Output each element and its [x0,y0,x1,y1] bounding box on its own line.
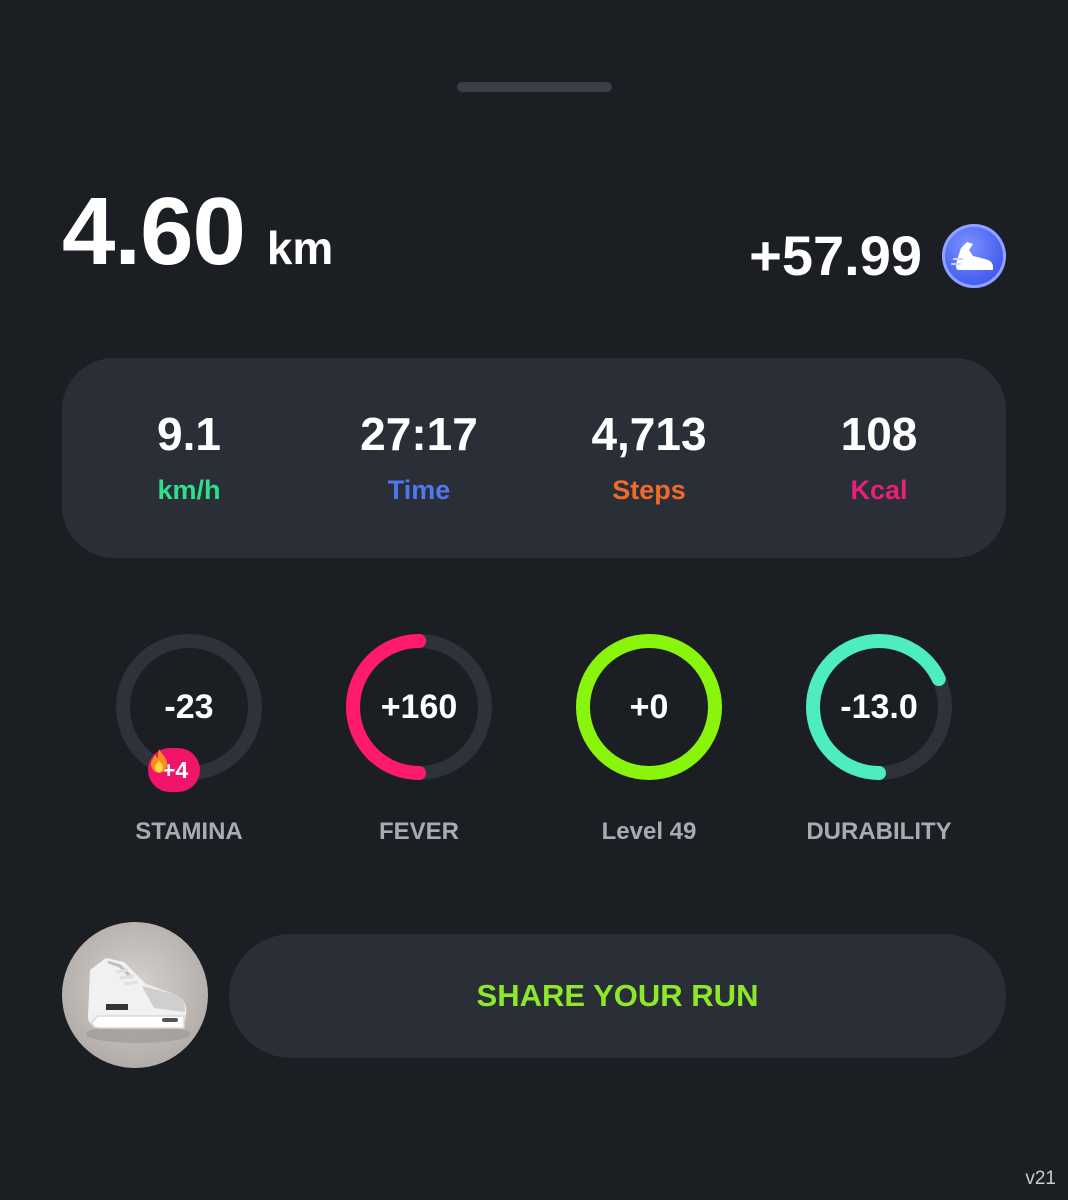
durability-ring: -13.0 [804,632,954,782]
running-shoe-token-icon [942,224,1006,288]
gauge-label: STAMINA [135,818,243,845]
stat-time: 27:17 Time [319,411,519,506]
sheet-drag-handle[interactable] [457,82,612,92]
stat-steps: 4,713 Steps [549,411,749,506]
stat-speed: 9.1 km/h [89,411,289,506]
gauge-level: +0 Level 49 [549,632,749,846]
distance-display: 4.60 km [62,184,333,280]
run-summary-sheet: 4.60 km +57.99 9.1 km/h 27:17 Time 4,713… [0,0,1068,1200]
stat-label: Kcal [850,474,908,505]
sneaker-avatar[interactable] [62,922,208,1068]
gauge-durability: -13.0 DURABILITY [779,632,979,846]
stamina-bonus-badge: +4 [148,748,201,792]
share-run-button[interactable]: SHARE YOUR RUN [229,934,1006,1058]
run-stats-card: 9.1 km/h 27:17 Time 4,713 Steps 108 Kcal [62,358,1006,558]
stat-value: 4,713 [591,407,707,460]
stat-value: 27:17 [360,407,478,460]
gauge-label: DURABILITY [806,818,952,845]
stat-label: Time [387,474,451,505]
fever-ring: +160 [344,632,494,782]
stat-value: 108 [840,407,918,460]
app-version: v21 [1025,1168,1056,1189]
gauge-value: -13.0 [840,687,918,726]
gauge-fever: +160 FEVER [319,632,519,846]
earned-reward: +57.99 [749,224,1006,288]
gauge-value: +0 [629,687,669,726]
distance-unit: km [266,222,334,274]
stamina-ring: -23 +4 [114,632,264,792]
gauge-label: Level 49 [601,818,697,845]
gauge-value: +160 [380,687,458,726]
stat-calories: 108 Kcal [779,411,979,506]
reward-value: +57.99 [749,224,922,287]
stat-value: 9.1 [157,407,221,460]
stat-label: Steps [612,474,686,505]
distance-value: 4.60 [62,178,246,285]
gauge-label: FEVER [378,818,459,845]
attribute-gauges: -23 +4 STAMINA +160 FEVER +0 Level 49 -1… [62,632,1006,846]
stat-label: km/h [157,474,221,505]
gauge-stamina: -23 +4 STAMINA [89,632,289,846]
level-ring: +0 [574,632,724,782]
